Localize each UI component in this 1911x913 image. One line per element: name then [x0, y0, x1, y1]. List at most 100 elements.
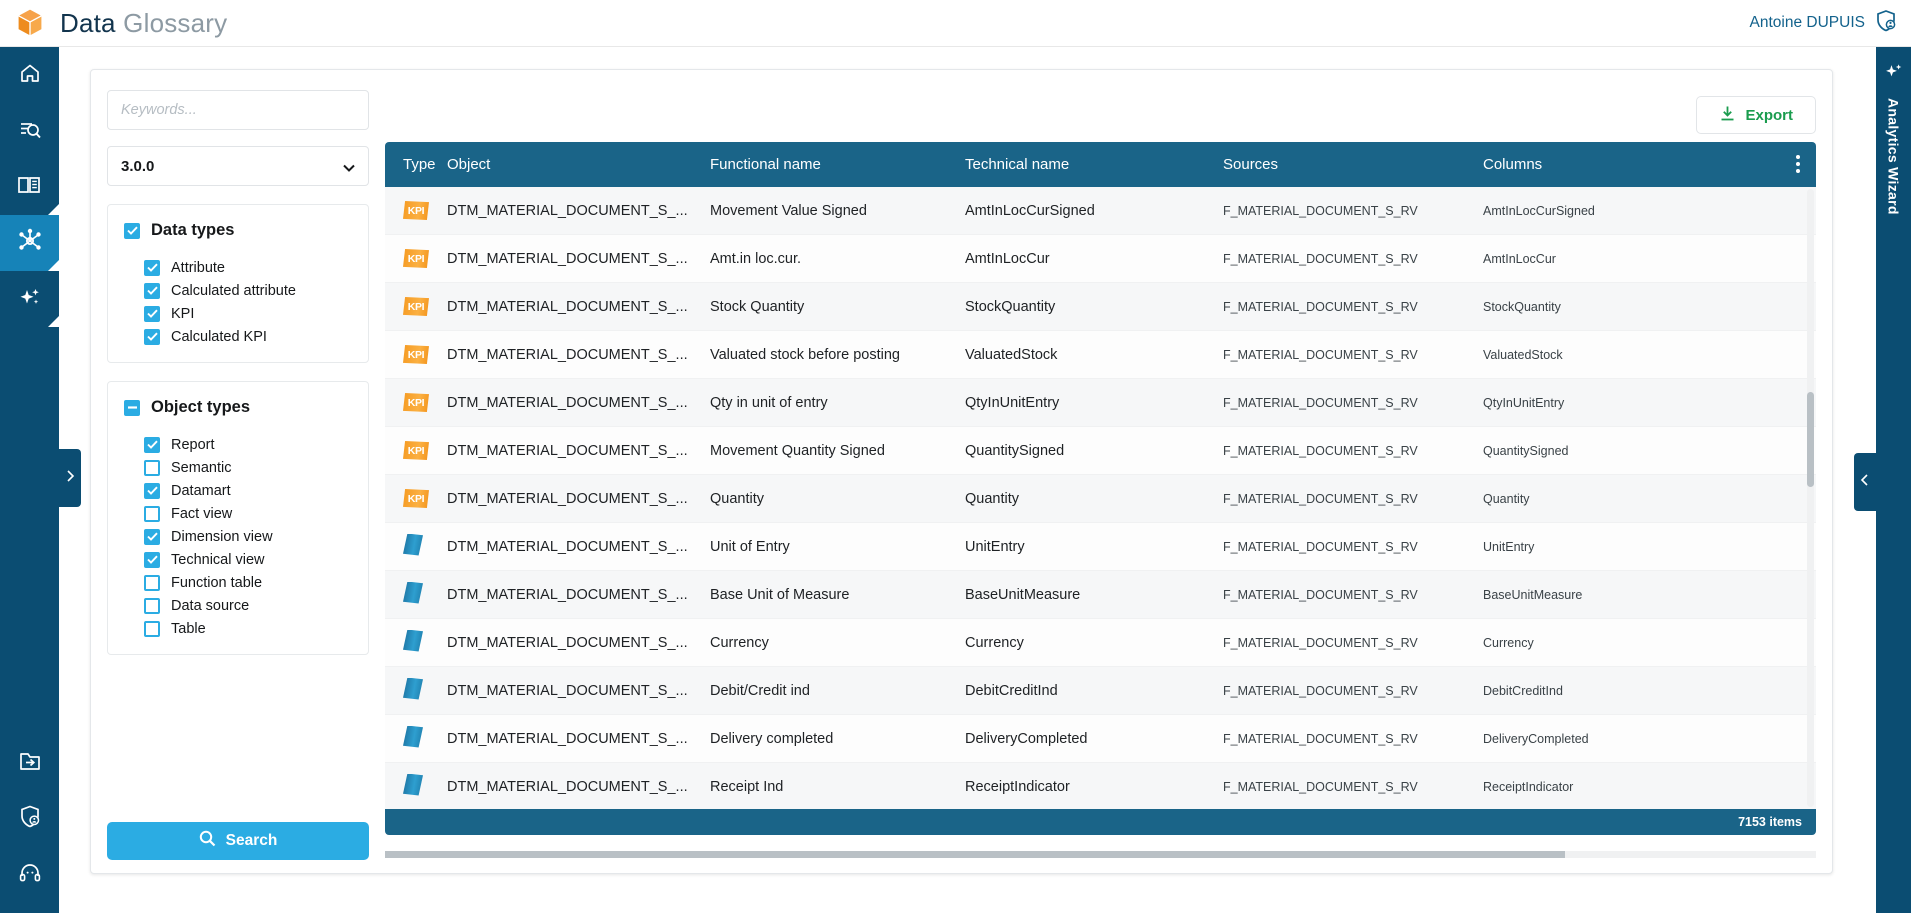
export-button-label: Export: [1745, 106, 1793, 124]
sidebar-item-import[interactable]: [0, 735, 59, 791]
cell-sources: F_MATERIAL_DOCUMENT_S_RV: [1223, 683, 1418, 698]
checkbox-checked-icon: [144, 282, 160, 299]
horizontal-scrollbar-track[interactable]: [385, 851, 1816, 858]
cell-functional-name: Debit/Credit ind: [710, 682, 810, 699]
version-select[interactable]: 3.0.0: [107, 146, 369, 186]
table-row[interactable]: KPI DTM_MATERIAL_DOCUMENT_S_... Stock Quan…: [385, 283, 1816, 331]
cell-columns: DebitCreditInd: [1483, 683, 1563, 698]
table-row[interactable]: DTM_MATERIAL_DOCUMENT_S_... Currency Curre…: [385, 619, 1816, 667]
checkbox-attribute[interactable]: Attribute: [124, 256, 352, 279]
checkbox-calculated-attribute[interactable]: Calculated attribute: [124, 279, 352, 302]
checkbox-unchecked-icon: [144, 597, 160, 614]
sidebar-expand-button[interactable]: [59, 449, 81, 507]
table-row[interactable]: DTM_MATERIAL_DOCUMENT_S_... Debit/Credit …: [385, 667, 1816, 715]
export-button[interactable]: Export: [1696, 96, 1816, 134]
kebab-menu-icon[interactable]: [1796, 155, 1800, 176]
table-row[interactable]: KPI DTM_MATERIAL_DOCUMENT_S_... Movement V…: [385, 187, 1816, 235]
sparkles-icon: [1884, 61, 1904, 86]
checkbox-semantic[interactable]: Semantic: [124, 456, 352, 479]
table-row[interactable]: DTM_MATERIAL_DOCUMENT_S_... Base Unit of …: [385, 571, 1816, 619]
checkbox-dimension-view[interactable]: Dimension view: [124, 525, 352, 548]
checkbox-label: Report: [171, 436, 215, 453]
checkbox-calculated-kpi[interactable]: Calculated KPI: [124, 325, 352, 348]
checkbox-label: Datamart: [171, 482, 231, 499]
cell-functional-name: Base Unit of Measure: [710, 586, 850, 603]
filter-panel: 3.0.0 Data types Attribute Calculated at…: [107, 90, 369, 655]
left-sidebar: [0, 47, 59, 913]
sidebar-item-security[interactable]: [0, 791, 59, 847]
version-select-value: 3.0.0: [121, 157, 155, 175]
checkbox-technical-view[interactable]: Technical view: [124, 548, 352, 571]
sidebar-item-dictionary[interactable]: [0, 159, 59, 215]
checkbox-function-table[interactable]: Function table: [124, 571, 352, 594]
analytics-wizard-panel[interactable]: Analytics Wizard: [1876, 47, 1911, 913]
chevron-left-icon: [1860, 473, 1870, 492]
column-header-object[interactable]: Object: [447, 156, 710, 173]
table-row[interactable]: DTM_MATERIAL_DOCUMENT_S_... Unit of Entry…: [385, 523, 1816, 571]
search-button-label: Search: [225, 832, 278, 849]
cell-functional-name: Stock Quantity: [710, 298, 805, 315]
horizontal-scrollbar-thumb[interactable]: [385, 851, 1565, 858]
cell-technical-name: AmtInLocCur: [965, 250, 1050, 267]
vertical-scrollbar-thumb[interactable]: [1807, 392, 1814, 487]
table-row[interactable]: KPI DTM_MATERIAL_DOCUMENT_S_... Amt.in loc…: [385, 235, 1816, 283]
keywords-input[interactable]: [107, 90, 369, 130]
search-button[interactable]: Search: [107, 822, 369, 860]
checkbox-label: Dimension view: [171, 528, 273, 545]
book-icon: [17, 173, 43, 202]
cell-sources: F_MATERIAL_DOCUMENT_S_RV: [1223, 491, 1418, 506]
column-header-type[interactable]: Type: [385, 156, 447, 173]
sidebar-item-home[interactable]: [0, 47, 59, 103]
checkbox-report[interactable]: Report: [124, 433, 352, 456]
checkbox-kpi[interactable]: KPI: [124, 302, 352, 325]
cell-columns: Currency: [1483, 635, 1534, 650]
column-header-functional-name[interactable]: Functional name: [710, 156, 965, 173]
cell-columns: QuantitySigned: [1483, 443, 1569, 458]
cell-columns: StockQuantity: [1483, 299, 1561, 314]
checkbox-indeterminate-icon: [124, 399, 140, 416]
data-types-group-checkbox[interactable]: Data types: [124, 219, 352, 242]
wizard-collapse-button[interactable]: [1854, 453, 1876, 511]
column-header-technical-name[interactable]: Technical name: [965, 156, 1223, 173]
attribute-type-icon: [385, 773, 447, 800]
column-header-columns[interactable]: Columns: [1483, 156, 1783, 173]
table-footer: 7153 items: [385, 809, 1816, 835]
checkbox-checked-icon: [124, 222, 140, 239]
cell-technical-name: Quantity: [965, 490, 1019, 507]
cell-functional-name: Quantity: [710, 490, 764, 507]
checkbox-datamart[interactable]: Datamart: [124, 479, 352, 502]
table-row[interactable]: KPI DTM_MATERIAL_DOCUMENT_S_... Valuated s…: [385, 331, 1816, 379]
cell-object: DTM_MATERIAL_DOCUMENT_S_...: [447, 394, 688, 411]
sidebar-item-search-list[interactable]: [0, 103, 59, 159]
attribute-type-icon: [385, 581, 447, 608]
object-types-filter-group: Object types Report Semantic Datamart Fa…: [107, 381, 369, 655]
checkbox-data-source[interactable]: Data source: [124, 594, 352, 617]
vertical-scrollbar-track[interactable]: [1807, 189, 1814, 807]
shield-user-icon[interactable]: [1875, 9, 1897, 38]
sparkles-icon: [18, 285, 42, 314]
home-icon: [18, 61, 42, 90]
sidebar-item-support[interactable]: [0, 847, 59, 903]
sidebar-item-glossary-graph[interactable]: [0, 215, 59, 271]
table-row[interactable]: KPI DTM_MATERIAL_DOCUMENT_S_... Qty in uni…: [385, 379, 1816, 427]
cell-technical-name: Currency: [965, 634, 1024, 651]
table-row[interactable]: DTM_MATERIAL_DOCUMENT_S_... Delivery comp…: [385, 715, 1816, 763]
column-header-sources[interactable]: Sources: [1223, 156, 1483, 173]
results-table-area: Export Type Object Functional name Techn…: [385, 88, 1816, 858]
kpi-badge-icon: KPI: [403, 393, 429, 412]
table-row[interactable]: DTM_MATERIAL_DOCUMENT_S_... Receipt Ind Re…: [385, 763, 1816, 809]
table-row[interactable]: KPI DTM_MATERIAL_DOCUMENT_S_... Quantity Qu…: [385, 475, 1816, 523]
cell-columns: ValuatedStock: [1483, 347, 1563, 362]
object-types-group-checkbox[interactable]: Object types: [124, 396, 352, 419]
table-row[interactable]: KPI DTM_MATERIAL_DOCUMENT_S_... Movement Q…: [385, 427, 1816, 475]
attribute-type-icon: [385, 677, 447, 704]
checkbox-table[interactable]: Table: [124, 617, 352, 640]
cell-technical-name: QuantitySigned: [965, 442, 1065, 459]
cell-object: DTM_MATERIAL_DOCUMENT_S_...: [447, 778, 688, 795]
sidebar-item-insights[interactable]: [0, 271, 59, 327]
cell-columns: UnitEntry: [1483, 539, 1535, 554]
checkbox-fact-view[interactable]: Fact view: [124, 502, 352, 525]
table-body[interactable]: KPI DTM_MATERIAL_DOCUMENT_S_... Movement V…: [385, 187, 1816, 809]
table-header-row: Type Object Functional name Technical na…: [385, 142, 1816, 187]
cell-functional-name: Movement Quantity Signed: [710, 442, 885, 459]
